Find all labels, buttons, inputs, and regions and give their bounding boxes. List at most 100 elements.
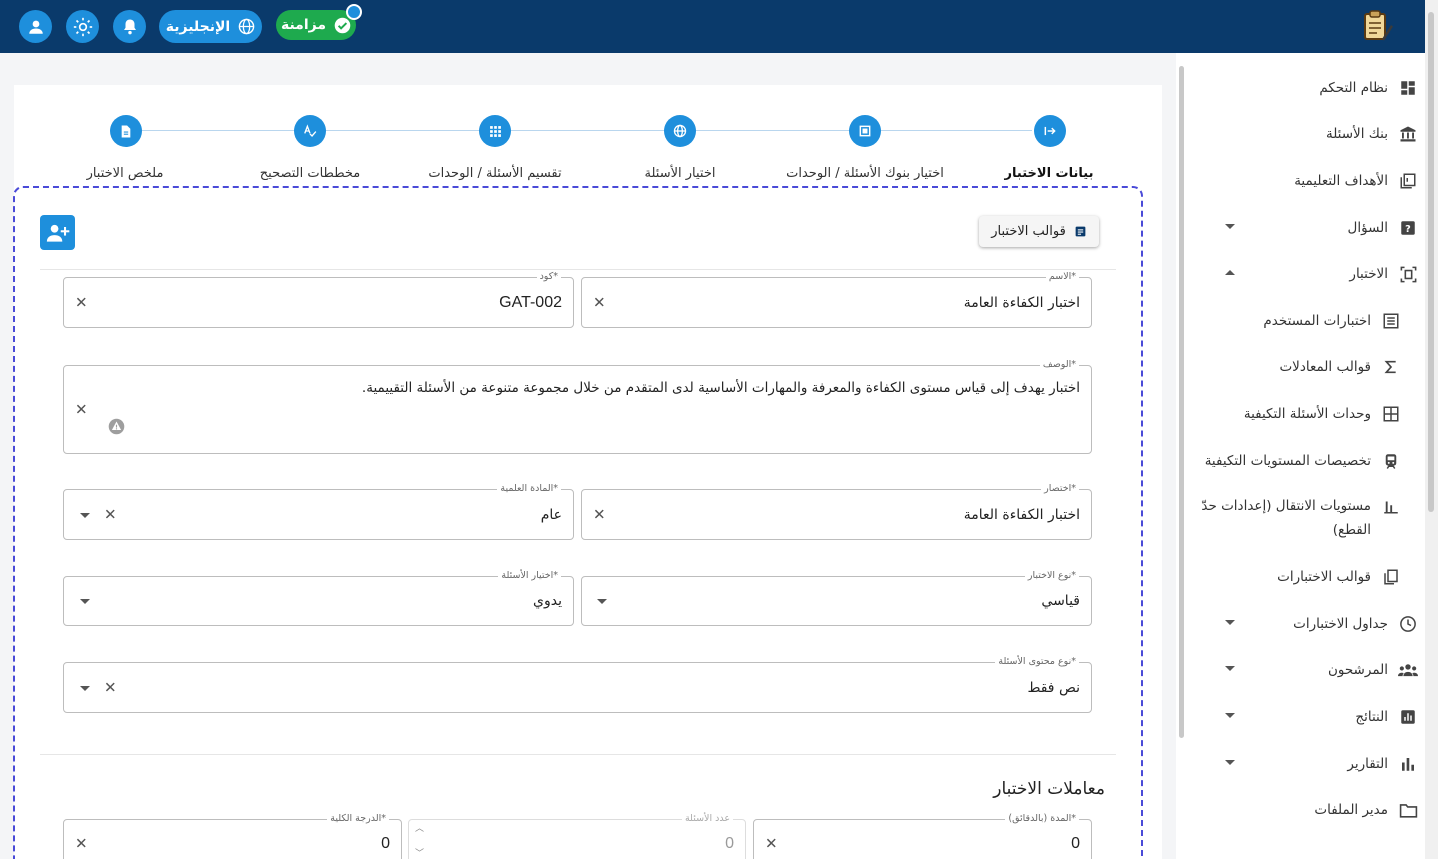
sidebar-item-reports[interactable]: التقارير	[1189, 744, 1438, 784]
clear-abbreviation-icon[interactable]: ✕	[593, 507, 606, 522]
top-header: الإنجليزية مزامنة	[0, 0, 1425, 53]
question-selection-value[interactable]: يدوي	[533, 593, 562, 609]
svg-text:?: ?	[1405, 224, 1411, 235]
sidebar-item-label: قوالب الاختبارات	[1277, 569, 1371, 585]
duration-field[interactable]: المدة (بالدقائق)* 0 ✕	[753, 813, 1092, 859]
clear-duration-icon[interactable]: ✕	[765, 836, 778, 852]
sidebar-item-label: مدير الملفات	[1314, 802, 1388, 818]
sync-button[interactable]: مزامنة	[276, 10, 356, 40]
chevron-down-icon[interactable]	[1225, 760, 1235, 765]
step-question-selection[interactable]	[664, 115, 696, 147]
sidebar-item-question-bank[interactable]: بنك الأسئلة	[1189, 114, 1438, 154]
description-value[interactable]: اختبار يهدف إلى قياس مستوى الكفاءة والمع…	[362, 380, 1080, 396]
exam-icon	[1400, 266, 1416, 282]
globe-icon	[673, 124, 687, 138]
sidebar-item-question[interactable]: ? السؤال	[1189, 208, 1438, 248]
content-type-select[interactable]: نوع محتوى الأسئلة* نص فقط ✕	[63, 656, 1092, 713]
sidebar-scrollbar[interactable]	[1176, 58, 1186, 859]
sidebar-item-transition-levels[interactable]: مستويات الانتقال (إعدادات حدّ القطع)	[1189, 487, 1438, 545]
sidebar-item-user-exams[interactable]: اختبارات المستخدم	[1189, 301, 1438, 341]
code-field[interactable]: كود* GAT-002 ✕	[63, 271, 574, 328]
subject-dropdown-arrow-icon[interactable]	[80, 512, 90, 518]
name-field[interactable]: الاسم* اختبار الكفاءة العامة ✕	[581, 271, 1092, 328]
notifications-button[interactable]	[113, 10, 146, 43]
code-value[interactable]: GAT-002	[499, 294, 562, 312]
question-selection-select[interactable]: اختيار الأسئلة* يدوي	[63, 570, 574, 626]
list-icon	[1383, 313, 1399, 329]
abbreviation-value[interactable]: اختبار الكفاءة العامة	[964, 507, 1080, 523]
language-label: الإنجليزية	[165, 18, 231, 35]
page-scrollbar[interactable]	[1425, 0, 1438, 859]
sidebar-item-candidates[interactable]: المرشحون	[1189, 650, 1438, 690]
sidebar-item-learning-objectives[interactable]: الأهداف التعليمية	[1189, 161, 1438, 201]
sidebar-item-adaptive-units[interactable]: وحدات الأسئلة التكيفية	[1189, 394, 1438, 434]
sidebar-item-label: قوالب المعادلات	[1279, 359, 1371, 375]
step-label-grading-schemes[interactable]: مخططات التصحيح	[260, 166, 361, 181]
exam-type-select[interactable]: نوع الاختبار* قياسي	[581, 570, 1092, 626]
subject-label: المادة العلمية*	[497, 483, 561, 495]
sync-label: مزامنة	[280, 17, 327, 33]
step-label-question-division[interactable]: تقسيم الأسئلة / الوحدات	[428, 166, 561, 181]
step-bank-selection[interactable]	[849, 115, 881, 147]
question-count-field: عدد الأسئلة 0 ︿ ﹀	[408, 813, 746, 859]
clock-icon	[1400, 616, 1416, 632]
exam-type-dropdown-arrow-icon[interactable]	[597, 599, 607, 604]
chevron-up-icon[interactable]	[1225, 270, 1235, 275]
bank-icon	[1400, 126, 1416, 142]
content-type-dropdown-arrow-icon[interactable]	[80, 685, 90, 691]
clear-description-icon[interactable]: ✕	[75, 402, 88, 418]
clear-name-icon[interactable]: ✕	[593, 295, 606, 310]
sidebar-item-exam-schedules[interactable]: جداول الاختبارات	[1189, 604, 1438, 644]
step-label-bank-selection[interactable]: اختيار بنوك الأسئلة / الوحدات	[786, 166, 944, 181]
chevron-down-icon[interactable]	[1225, 713, 1235, 718]
grid-icon	[1383, 406, 1399, 422]
step-label-exam-data[interactable]: بيانات الاختبار	[1005, 166, 1094, 181]
content-type-value[interactable]: نص فقط	[1027, 680, 1080, 696]
step-exam-summary[interactable]	[110, 115, 142, 147]
chevron-down-icon[interactable]	[1225, 620, 1235, 625]
sync-status-dot	[346, 4, 362, 20]
duration-value[interactable]: 0	[1071, 835, 1080, 853]
sidebar-item-exam-templates[interactable]: قوالب الاختبارات	[1189, 557, 1438, 597]
clear-subject-icon[interactable]: ✕	[104, 507, 117, 522]
chevron-down-icon[interactable]	[1225, 224, 1235, 229]
theme-toggle-button[interactable]	[66, 10, 99, 43]
theme-sun-icon	[73, 17, 92, 36]
app-logo-icon	[1364, 10, 1393, 41]
step-exam-data[interactable]	[1034, 115, 1066, 147]
clear-total-grade-icon[interactable]: ✕	[75, 836, 88, 852]
clear-code-icon[interactable]: ✕	[75, 295, 88, 310]
bar-chart-icon	[1384, 501, 1398, 514]
copy-icon	[1384, 569, 1398, 585]
sidebar-item-dashboard[interactable]: نظام التحكم	[1189, 68, 1438, 108]
step-label-exam-summary[interactable]: ملخص الاختبار	[87, 166, 164, 181]
exam-templates-button[interactable]: قوالب الاختبار	[979, 216, 1099, 247]
spin-down-icon: ﹀	[415, 849, 425, 859]
sidebar-item-file-manager[interactable]: مدير الملفات	[1189, 790, 1438, 830]
description-field[interactable]: الوصف* اختبار يهدف إلى قياس مستوى الكفاء…	[63, 359, 1092, 454]
document-icon	[121, 125, 131, 137]
clear-content-type-icon[interactable]: ✕	[104, 680, 117, 695]
sidebar-item-label: التقارير	[1347, 756, 1388, 772]
sidebar-item-adaptive-levels[interactable]: تخصيصات المستويات التكيفية	[1189, 441, 1438, 481]
step-label-question-selection[interactable]: اختيار الأسئلة	[645, 166, 716, 181]
total-grade-field[interactable]: الدرجة الكلية* 0 ✕	[63, 813, 402, 859]
chevron-down-icon[interactable]	[1225, 666, 1235, 671]
profile-button[interactable]	[19, 10, 52, 43]
question-selection-dropdown-arrow-icon[interactable]	[80, 599, 90, 604]
exam-type-value[interactable]: قياسي	[1041, 593, 1080, 609]
sidebar-item-equation-templates[interactable]: قوالب المعادلات	[1189, 347, 1438, 387]
subject-value[interactable]: عام	[541, 507, 562, 523]
name-value[interactable]: اختبار الكفاءة العامة	[964, 295, 1080, 311]
add-user-button[interactable]	[40, 215, 75, 250]
subject-select[interactable]: المادة العلمية* عام ✕	[63, 483, 574, 540]
abbreviation-field[interactable]: اختصار* اختبار الكفاءة العامة ✕	[581, 483, 1092, 540]
sidebar-item-results[interactable]: النتائج	[1189, 697, 1438, 737]
language-button[interactable]: الإنجليزية	[159, 10, 262, 43]
total-grade-value[interactable]: 0	[381, 835, 390, 853]
step-grading-schemes[interactable]	[294, 115, 326, 147]
form-divider-bottom	[40, 754, 1116, 755]
step-question-division[interactable]	[479, 115, 511, 147]
sidebar-item-label: جداول الاختبارات	[1293, 616, 1388, 632]
sidebar-item-exam[interactable]: الاختبار	[1189, 254, 1438, 294]
